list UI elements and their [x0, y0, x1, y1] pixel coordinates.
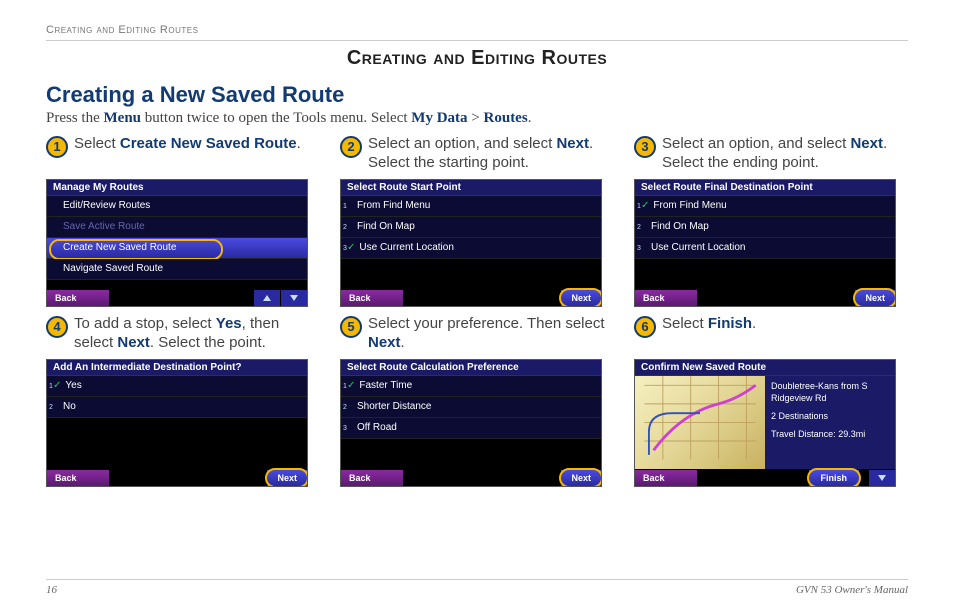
menu-item[interactable]: 2Find On Map: [341, 217, 601, 238]
step-1-text: 1 Select Create New Saved Route.: [46, 135, 320, 175]
back-button[interactable]: Back: [47, 470, 109, 486]
screen4-title: Add An Intermediate Destination Point?: [47, 360, 307, 376]
menu-item[interactable]: 2No: [47, 397, 307, 418]
next-button[interactable]: Next: [267, 470, 307, 486]
back-button[interactable]: Back: [635, 290, 697, 306]
check-icon: ✓: [53, 380, 61, 391]
next-button[interactable]: Next: [855, 290, 895, 306]
menu-item[interactable]: 3Off Road: [341, 418, 601, 439]
section-title: Creating a New Saved Route: [46, 82, 908, 108]
check-icon: ✓: [347, 242, 355, 253]
screenshot-6: Confirm New Saved Route Doubletree-Kans …: [634, 359, 896, 487]
screen1-title: Manage My Routes: [47, 180, 307, 196]
menu-item[interactable]: Edit/Review Routes: [47, 196, 307, 217]
arrow-up-button[interactable]: [253, 290, 280, 306]
menu-item[interactable]: 3Use Current Location: [635, 238, 895, 259]
intro-text: Press the Menu button twice to open the …: [46, 110, 908, 127]
menu-item[interactable]: 1From Find Menu: [341, 196, 601, 217]
menu-item[interactable]: 3✓Use Current Location: [341, 238, 601, 259]
arrow-down-button[interactable]: [280, 290, 307, 306]
next-button[interactable]: Next: [561, 290, 601, 306]
menu-item[interactable]: 2Shorter Distance: [341, 397, 601, 418]
manual-name: GVN 53 Owner's Manual: [796, 584, 908, 596]
back-button[interactable]: Back: [341, 470, 403, 486]
page-title: Creating and Editing Routes: [46, 47, 908, 70]
screenshot-1: Manage My Routes Edit/Review Routes Save…: [46, 179, 308, 307]
screenshot-5: Select Route Calculation Preference 1✓Fa…: [340, 359, 602, 487]
screenshot-2: Select Route Start Point 1From Find Menu…: [340, 179, 602, 307]
menu-item[interactable]: 1✓Yes: [47, 376, 307, 397]
route-info: Doubletree-Kans from S Ridgeview Rd 2 De…: [765, 376, 895, 469]
menu-item[interactable]: 1✓Faster Time: [341, 376, 601, 397]
back-button[interactable]: Back: [635, 470, 697, 486]
map-preview: [635, 376, 765, 469]
back-button[interactable]: Back: [47, 290, 109, 306]
menu-item[interactable]: Create New Saved Route: [47, 238, 307, 259]
step-badge-4: 4: [46, 316, 68, 338]
screen5-title: Select Route Calculation Preference: [341, 360, 601, 376]
check-icon: ✓: [641, 200, 649, 211]
finish-button[interactable]: Finish: [809, 470, 860, 486]
step-badge-5: 5: [340, 316, 362, 338]
menu-item[interactable]: 1✓From Find Menu: [635, 196, 895, 217]
step-2-text: 2 Select an option, and select Next. Sel…: [340, 135, 614, 175]
step-badge-3: 3: [634, 136, 656, 158]
arrow-down-button[interactable]: [868, 470, 895, 486]
step-4-text: 4 To add a stop, select Yes, then select…: [46, 315, 320, 355]
step-badge-2: 2: [340, 136, 362, 158]
check-icon: ✓: [347, 380, 355, 391]
page-number: 16: [46, 584, 57, 596]
screen6-title: Confirm New Saved Route: [635, 360, 895, 376]
step-3-text: 3 Select an option, and select Next. Sel…: [634, 135, 908, 175]
step-badge-6: 6: [634, 316, 656, 338]
menu-item: Save Active Route: [47, 217, 307, 238]
breadcrumb-header: Creating and Editing Routes: [46, 24, 908, 41]
screenshot-4: Add An Intermediate Destination Point? 1…: [46, 359, 308, 487]
step-badge-1: 1: [46, 136, 68, 158]
back-button[interactable]: Back: [341, 290, 403, 306]
step-6-text: 6 Select Finish.: [634, 315, 908, 355]
menu-item[interactable]: 2Find On Map: [635, 217, 895, 238]
screenshot-3: Select Route Final Destination Point 1✓F…: [634, 179, 896, 307]
menu-item[interactable]: Navigate Saved Route: [47, 259, 307, 280]
screen2-title: Select Route Start Point: [341, 180, 601, 196]
step-5-text: 5 Select your preference. Then select Ne…: [340, 315, 614, 355]
next-button[interactable]: Next: [561, 470, 601, 486]
screen3-title: Select Route Final Destination Point: [635, 180, 895, 196]
